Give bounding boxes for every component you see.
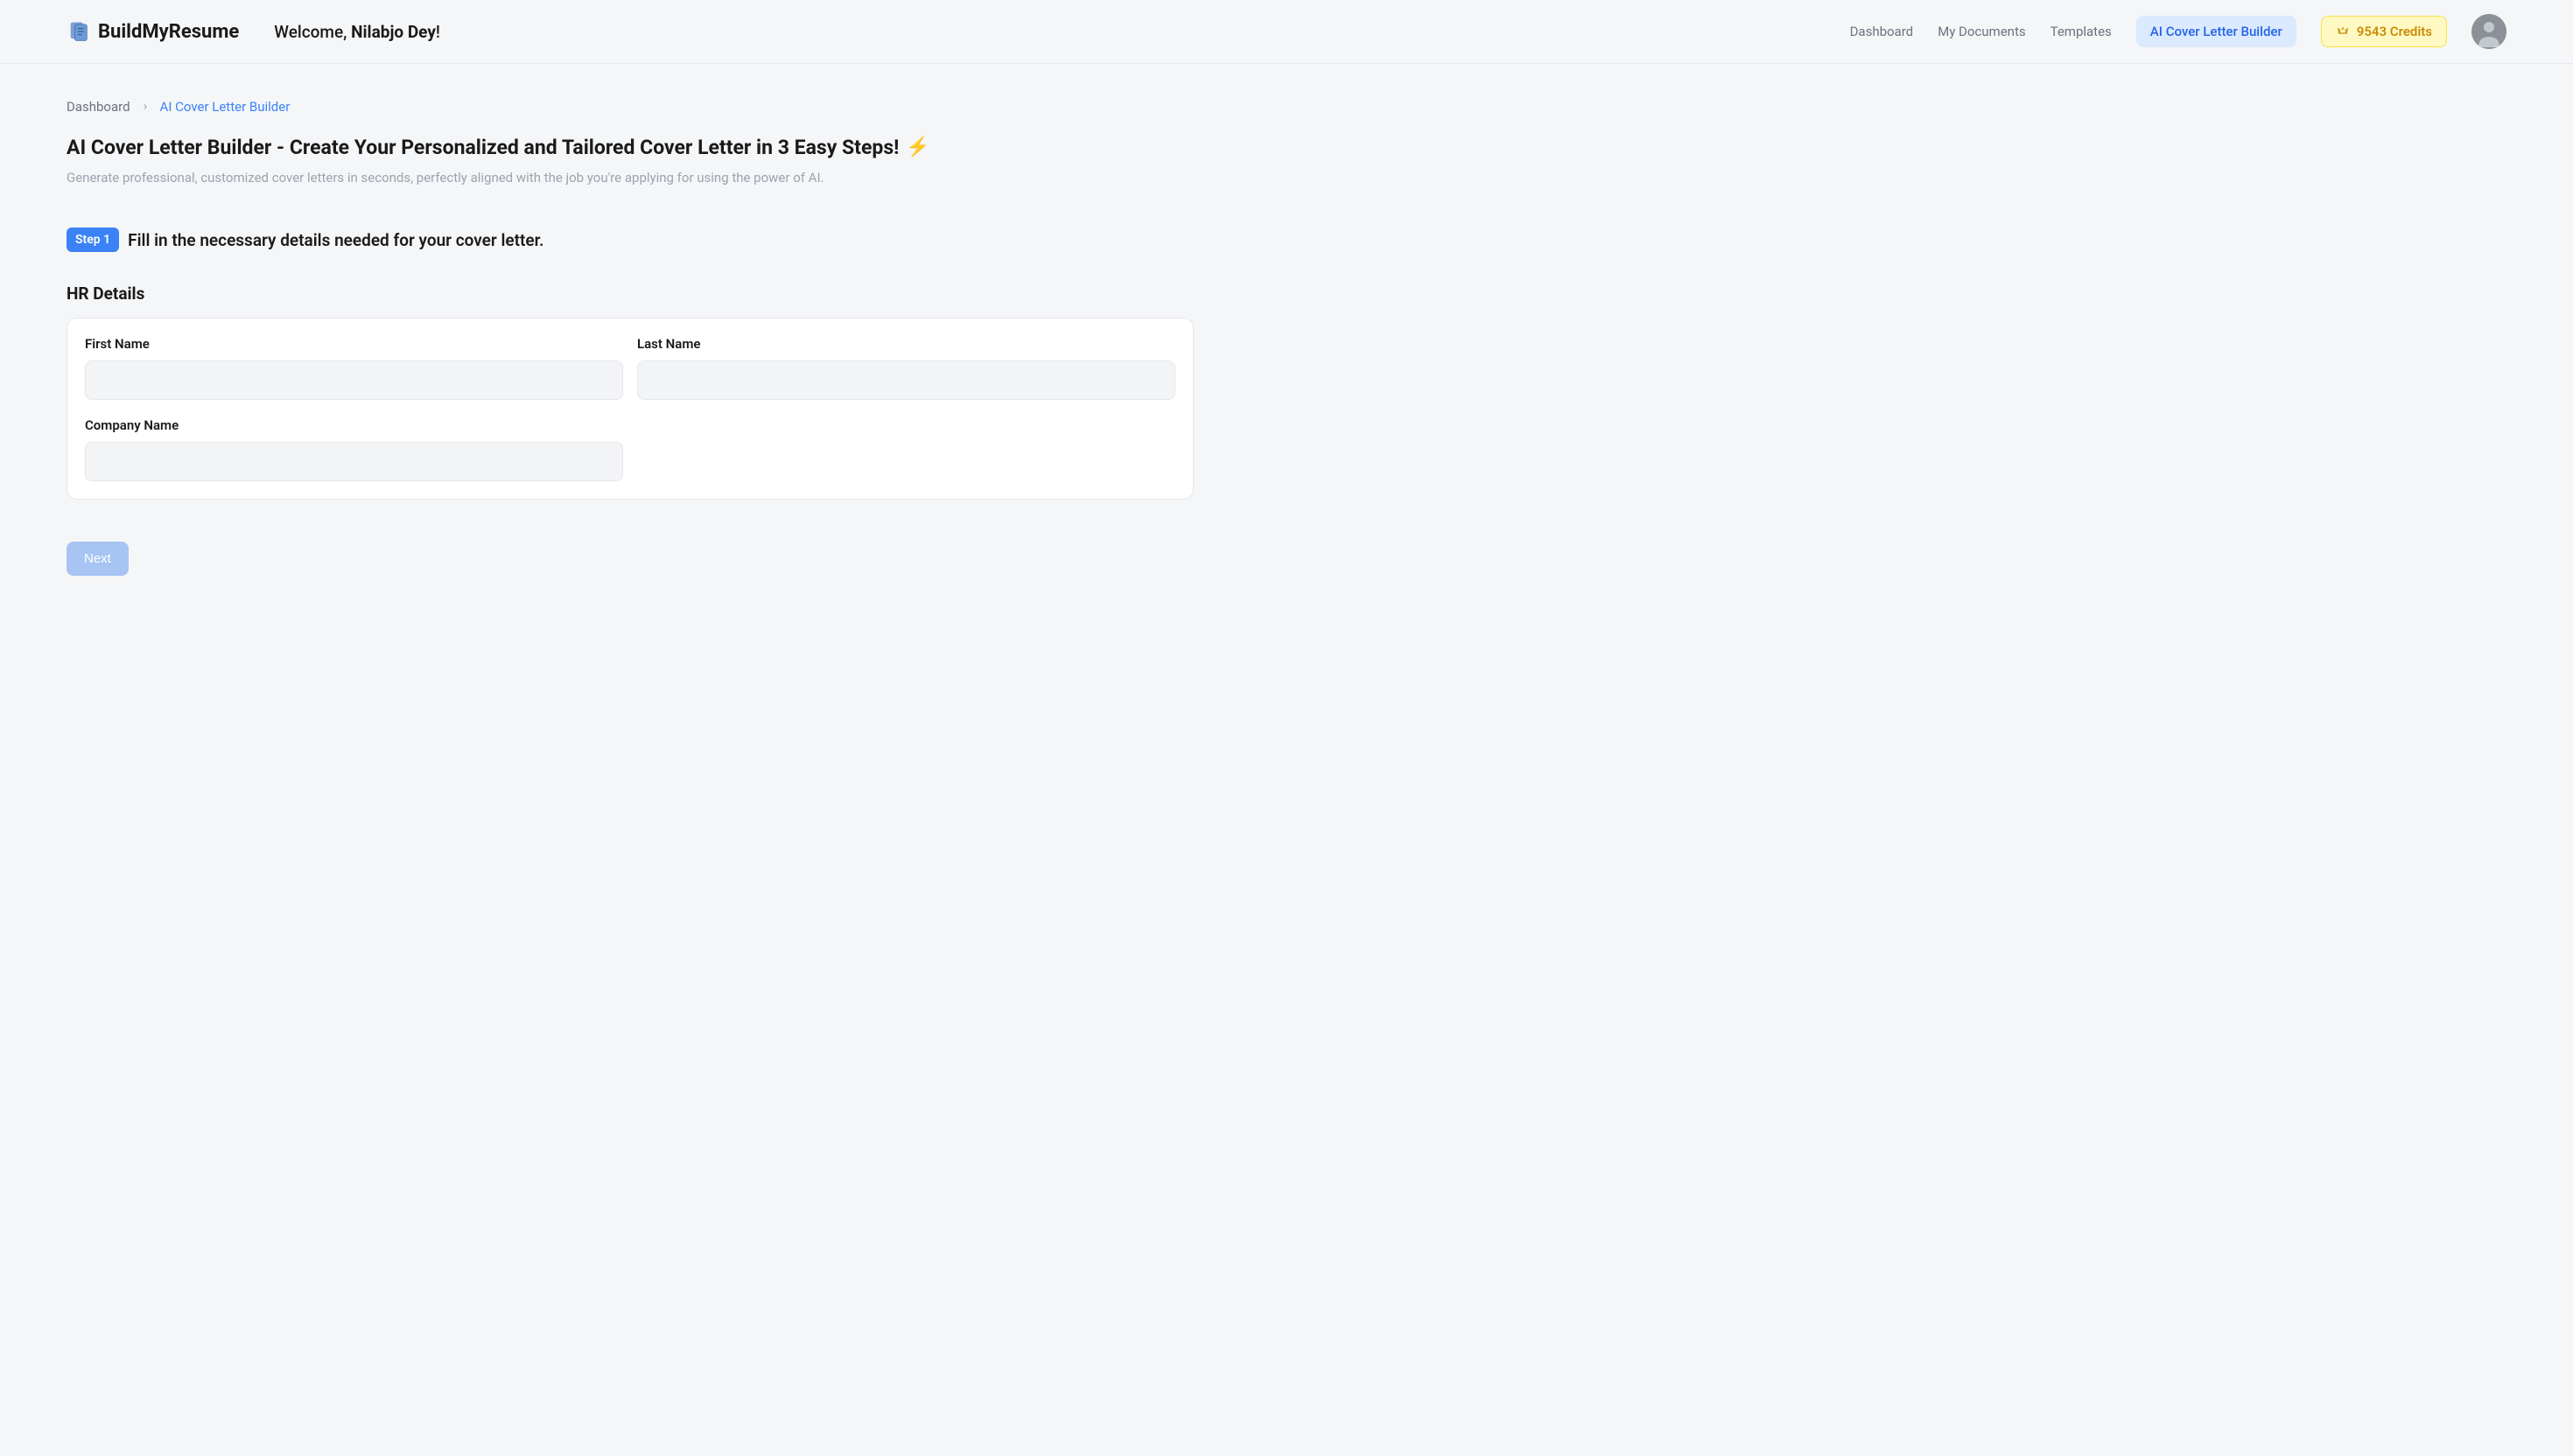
step-indicator: Step 1 Fill in the necessary details nee… (67, 228, 1194, 252)
last-name-input[interactable] (637, 360, 1175, 400)
lightning-icon: ⚡ (906, 136, 929, 158)
form-row-names: First Name Last Name (85, 336, 1175, 400)
page-title-text: AI Cover Letter Builder - Create Your Pe… (67, 136, 899, 159)
first-name-group: First Name (85, 336, 623, 400)
avatar-placeholder-icon (2471, 14, 2506, 49)
credits-badge[interactable]: 9543 Credits (2321, 16, 2447, 47)
welcome-user-name: Nilabjo Dey (351, 22, 436, 42)
step-badge: Step 1 (67, 228, 119, 252)
company-name-group: Company Name (85, 417, 623, 481)
first-name-input[interactable] (85, 360, 623, 400)
breadcrumb-dashboard[interactable]: Dashboard (67, 99, 130, 115)
welcome-suffix: ! (436, 22, 440, 42)
company-name-label: Company Name (85, 417, 623, 433)
main-header: BuildMyResume Welcome, Nilabjo Dey! Dash… (0, 0, 2573, 64)
logo-text: BuildMyResume (98, 21, 239, 43)
user-avatar[interactable] (2471, 14, 2506, 49)
last-name-label: Last Name (637, 336, 1175, 352)
last-name-group: Last Name (637, 336, 1175, 400)
form-row-company: Company Name (85, 417, 1175, 481)
credits-count: 9543 Credits (2357, 24, 2432, 39)
step-description: Fill in the necessary details needed for… (128, 230, 543, 250)
breadcrumb: Dashboard AI Cover Letter Builder (67, 99, 1194, 115)
nav-my-documents[interactable]: My Documents (1938, 24, 2025, 39)
first-name-label: First Name (85, 336, 623, 352)
next-button[interactable]: Next (67, 542, 129, 576)
crown-icon (2336, 24, 2350, 38)
main-navigation: Dashboard My Documents Templates AI Cove… (1850, 16, 2296, 47)
nav-templates[interactable]: Templates (2051, 24, 2112, 39)
page-title: AI Cover Letter Builder - Create Your Pe… (67, 136, 1194, 159)
hr-details-title: HR Details (67, 284, 1194, 304)
company-name-input[interactable] (85, 442, 623, 481)
main-content: Dashboard AI Cover Letter Builder AI Cov… (0, 64, 1260, 611)
welcome-message: Welcome, Nilabjo Dey! (274, 22, 440, 42)
welcome-prefix: Welcome, (274, 22, 351, 42)
nav-ai-cover-letter[interactable]: AI Cover Letter Builder (2136, 16, 2296, 47)
header-left-section: BuildMyResume Welcome, Nilabjo Dey! (67, 19, 440, 44)
page-subtitle: Generate professional, customized cover … (67, 170, 1194, 186)
nav-dashboard[interactable]: Dashboard (1850, 24, 1914, 39)
chevron-right-icon (141, 99, 150, 115)
hr-details-form: First Name Last Name Company Name (67, 318, 1194, 500)
logo-section[interactable]: BuildMyResume (67, 19, 239, 44)
logo-icon (67, 19, 91, 44)
breadcrumb-current[interactable]: AI Cover Letter Builder (160, 99, 291, 115)
header-right-section: Dashboard My Documents Templates AI Cove… (1850, 14, 2506, 49)
